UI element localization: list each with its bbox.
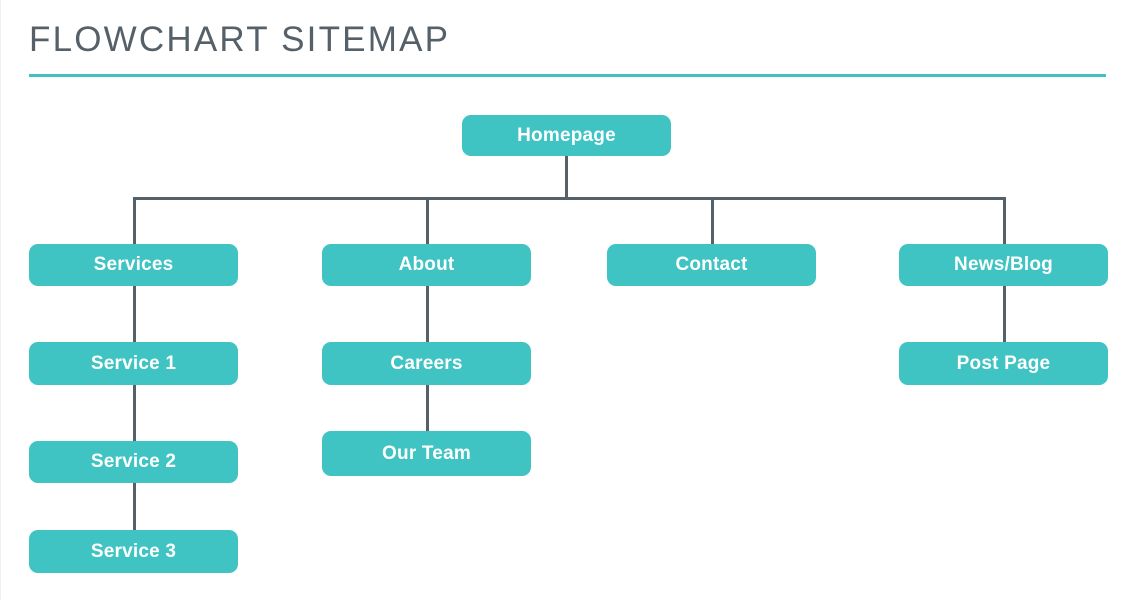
- connector-drop-news-blog: [1003, 197, 1006, 245]
- node-our-team[interactable]: Our Team: [322, 431, 531, 476]
- page-header: FLOWCHART SITEMAP: [29, 18, 1107, 78]
- connector-homepage-stem: [565, 155, 568, 200]
- connector-drop-about: [426, 197, 429, 245]
- connector-drop-contact: [711, 197, 714, 245]
- connector-news-blog-to-post-page: [1003, 286, 1006, 343]
- node-service-2[interactable]: Service 2: [29, 441, 238, 483]
- node-post-page[interactable]: Post Page: [899, 342, 1108, 385]
- connector-distribution-bar: [133, 197, 1006, 200]
- node-services[interactable]: Services: [29, 244, 238, 286]
- connector-service-2-to-service-3: [133, 483, 136, 531]
- page-title: FLOWCHART SITEMAP: [29, 20, 451, 59]
- connector-service-1-to-service-2: [133, 385, 136, 442]
- connector-about-to-careers: [426, 286, 429, 343]
- node-service-3[interactable]: Service 3: [29, 530, 238, 573]
- node-contact[interactable]: Contact: [607, 244, 816, 286]
- connector-drop-services: [133, 197, 136, 245]
- node-about[interactable]: About: [322, 244, 531, 286]
- node-service-1[interactable]: Service 1: [29, 342, 238, 385]
- node-careers[interactable]: Careers: [322, 342, 531, 385]
- connector-services-to-service-1: [133, 286, 136, 343]
- node-homepage[interactable]: Homepage: [462, 115, 671, 156]
- node-news-blog[interactable]: News/Blog: [899, 244, 1108, 286]
- flowchart-sitemap-page: FLOWCHART SITEMAP Homepage Services Abou…: [0, 0, 1134, 600]
- title-underline-rule: [29, 74, 1106, 77]
